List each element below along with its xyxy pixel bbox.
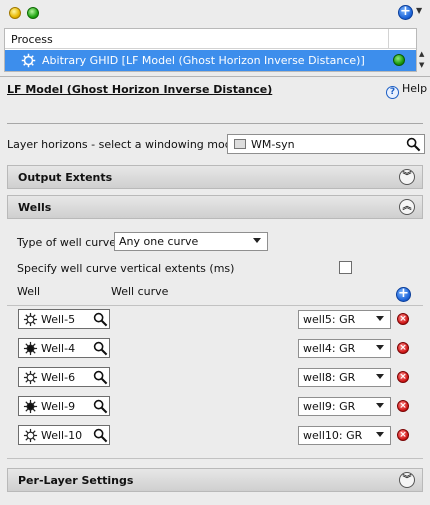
well-curve-dropdown[interactable]: well5: GR [298,310,391,329]
well-field[interactable]: Well-5 [18,309,110,329]
well-curve-type-dropdown[interactable]: Any one curve [114,232,268,251]
process-scrollbar[interactable]: ▲ ▼ [418,28,428,72]
section-output-extents[interactable]: Output Extents ︾ [7,165,423,189]
remove-well-icon[interactable]: × [397,342,409,354]
window-controls: + ▼ [0,0,430,26]
process-row-selected[interactable]: Abitrary GHID [LF Model (Ghost Horizon I… [5,50,416,71]
dropdown-arrow-icon [376,316,384,321]
well-name: Well-9 [41,400,76,413]
well-curve-type-label: Type of well curves [17,236,122,249]
layer-horizons-label: Layer horizons - select a windowing mode… [7,138,242,151]
add-process-icon[interactable]: + [398,5,413,20]
search-icon[interactable] [93,428,108,443]
status-dot-icon [393,54,405,66]
well-field[interactable]: Well-10 [18,425,110,445]
section-per-layer-settings[interactable]: Per-Layer Settings ︾ [7,468,423,492]
dropdown-arrow-icon [376,403,384,408]
gear-icon [21,53,36,68]
add-well-icon[interactable]: + [396,287,411,302]
well-field[interactable]: Well-6 [18,367,110,387]
dropdown-arrow-icon [376,432,384,437]
search-icon[interactable] [93,312,108,327]
folder-icon [234,139,246,149]
column-header-well-curve: Well curve [111,285,169,298]
well-curve-dropdown[interactable]: well10: GR [298,426,391,445]
help-button[interactable]: ? Help [386,82,427,99]
well-name: Well-6 [41,371,76,384]
divider [7,458,423,459]
column-header-well: Well [17,285,41,298]
well-icon [23,312,38,327]
well-curve-dropdown[interactable]: well8: GR [298,368,391,387]
well-icon [23,341,38,356]
scroll-down-icon[interactable]: ▼ [419,61,424,69]
well-icon [23,370,38,385]
well-name: Well-5 [41,313,76,326]
vertical-extents-checkbox[interactable] [339,261,352,274]
process-column-header: Process [5,29,416,49]
chevron-down-icon[interactable]: ▼ [416,6,422,15]
well-name: Well-10 [41,429,83,442]
search-icon[interactable] [406,137,421,152]
remove-well-icon[interactable]: × [397,313,409,325]
well-curve-dropdown[interactable]: well4: GR [298,339,391,358]
process-table: Process Abitrary GHID [LF Model (Ghost H… [4,28,417,72]
search-icon[interactable] [93,341,108,356]
divider [7,305,423,306]
vertical-extents-label: Specify well curve vertical extents (ms) [17,262,235,275]
well-curve-dropdown[interactable]: well9: GR [298,397,391,416]
dropdown-arrow-icon [253,238,261,243]
dropdown-arrow-icon [376,374,384,379]
well-field[interactable]: Well-9 [18,396,110,416]
minimize-icon[interactable] [9,7,21,19]
model-title: LF Model (Ghost Horizon Inverse Distance… [7,83,273,96]
search-icon[interactable] [93,370,108,385]
chevron-expand-icon[interactable]: ︾ [399,169,415,185]
maximize-icon[interactable] [27,7,39,19]
well-icon [23,399,38,414]
scroll-up-icon[interactable]: ▲ [419,50,424,58]
process-row-label: Abitrary GHID [LF Model (Ghost Horizon I… [42,54,365,67]
well-icon [23,428,38,443]
windowing-model-field[interactable]: WM-syn [227,134,425,154]
remove-well-icon[interactable]: × [397,371,409,383]
dropdown-arrow-icon [376,345,384,350]
help-icon: ? [386,86,399,99]
divider [0,76,430,77]
search-icon[interactable] [93,399,108,414]
remove-well-icon[interactable]: × [397,400,409,412]
divider [7,123,423,124]
well-field[interactable]: Well-4 [18,338,110,358]
chevron-expand-icon[interactable]: ︾ [399,472,415,488]
well-name: Well-4 [41,342,76,355]
chevron-collapse-icon[interactable]: ︽ [399,199,415,215]
section-wells[interactable]: Wells ︽ [7,195,423,219]
remove-well-icon[interactable]: × [397,429,409,441]
